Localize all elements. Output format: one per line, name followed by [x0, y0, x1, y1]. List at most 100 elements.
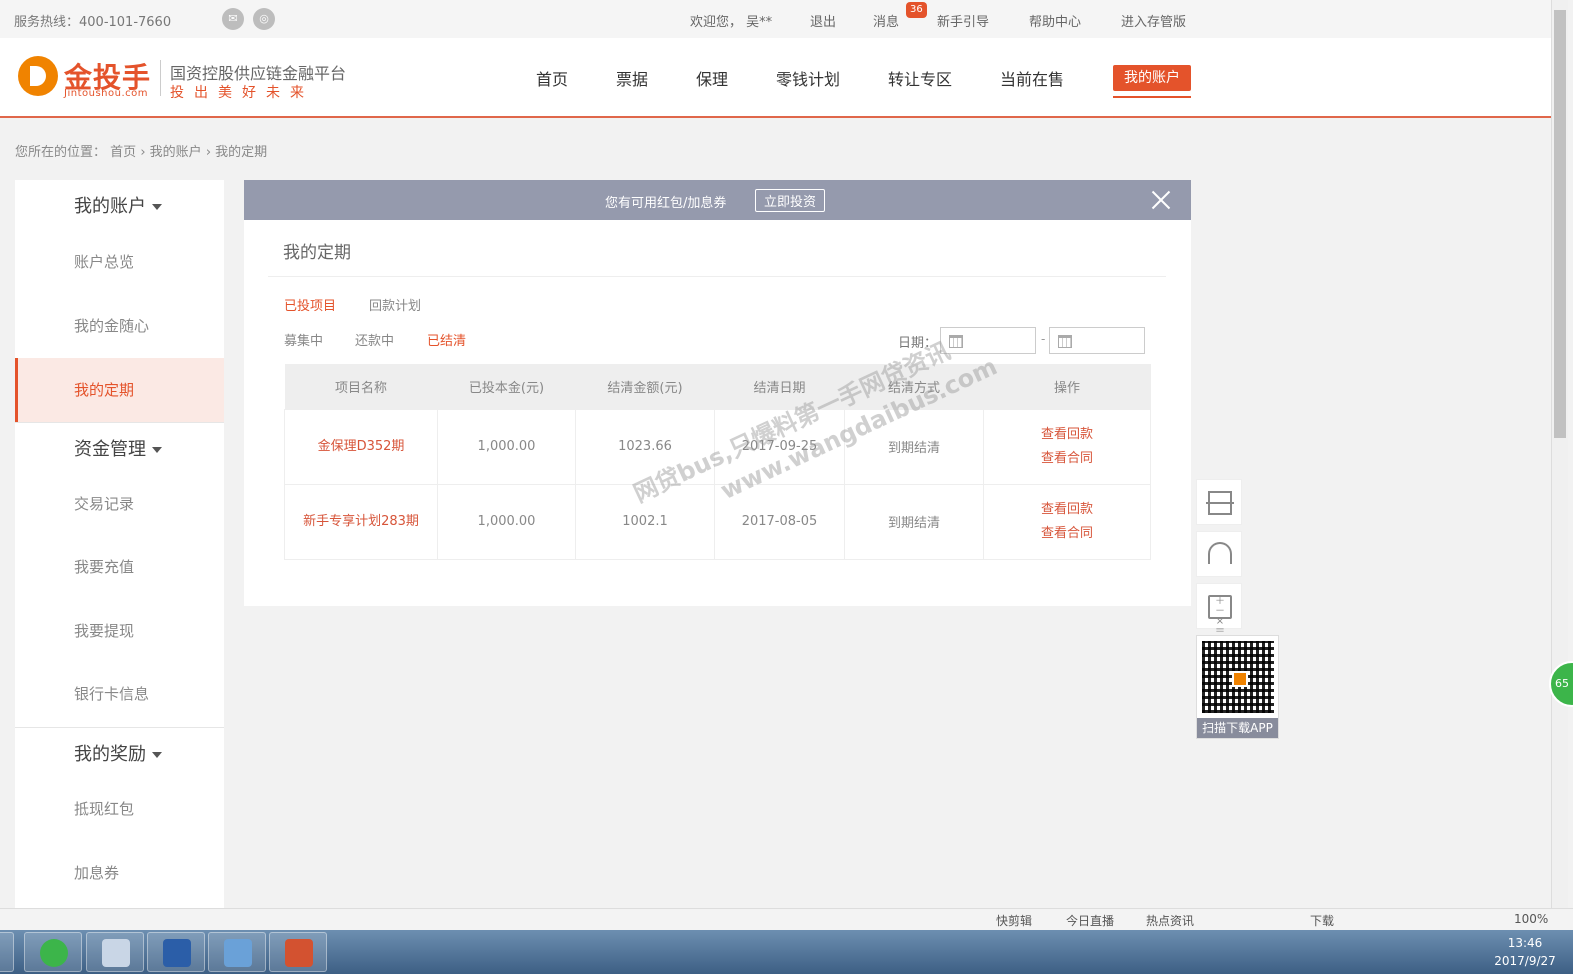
- view-contract-link[interactable]: 查看合同: [984, 447, 1150, 471]
- taskbar-paint[interactable]: [86, 932, 144, 972]
- view-repayment-link[interactable]: 查看回款: [984, 498, 1150, 522]
- title-divider: [268, 276, 1166, 277]
- status-download[interactable]: 下载: [1310, 912, 1334, 929]
- hotline: 服务热线：400-101-7660: [14, 15, 172, 30]
- breadcrumb-account[interactable]: 我的账户: [150, 145, 202, 160]
- logo-motto: 投出美好未来: [170, 85, 314, 101]
- nav-my-account[interactable]: 我的账户: [1113, 65, 1191, 91]
- column-header: 结清金额(元): [575, 364, 715, 409]
- calculator-icon: ＋ － × ＝: [1208, 595, 1232, 637]
- wechat-icon[interactable]: ✉: [222, 8, 244, 30]
- logo-divider: [160, 60, 161, 96]
- status-live[interactable]: 今日直播: [1066, 912, 1114, 929]
- caret-down-icon: [152, 752, 162, 758]
- sidebar-item-red-packet[interactable]: 抵现红包: [15, 777, 224, 841]
- vertical-scrollbar[interactable]: [1551, 0, 1568, 908]
- project-name-link[interactable]: 新手专享计划283期: [285, 510, 437, 534]
- calendar-icon: [1058, 335, 1072, 348]
- sidebar-group-label: 我的账户: [74, 196, 146, 217]
- system-clock[interactable]: 13:46 2017/9/27: [1480, 934, 1570, 970]
- status-clip[interactable]: 快剪辑: [996, 912, 1032, 929]
- view-contract-link[interactable]: 查看合同: [984, 522, 1150, 546]
- qr-code-icon: [1202, 641, 1274, 713]
- sidebar-item-bank-card[interactable]: 银行卡信息: [15, 662, 224, 726]
- banner-text: 您有可用红包/加息券: [605, 196, 727, 211]
- filter-repaying[interactable]: 还款中: [355, 330, 394, 349]
- nav-active-underline: [1113, 96, 1191, 98]
- filter-raising[interactable]: 募集中: [284, 330, 323, 349]
- method-cell: 到期结清: [844, 483, 984, 560]
- action-cell: 查看回款 查看合同: [983, 408, 1151, 485]
- taskbar-browser[interactable]: [24, 932, 82, 972]
- clock-time: 13:46: [1507, 936, 1543, 950]
- calculator-button[interactable]: ＋ － × ＝: [1196, 583, 1242, 637]
- filter-settled[interactable]: 已结清: [427, 330, 466, 349]
- promo-banner: 您有可用红包/加息券 立即投资: [244, 180, 1191, 220]
- nav-on-sale[interactable]: 当前在售: [1000, 66, 1064, 90]
- view-repayment-link[interactable]: 查看回款: [984, 423, 1150, 447]
- breadcrumb-current: 我的定期: [215, 145, 268, 160]
- photos-icon: [224, 939, 252, 967]
- table-header-row: 项目名称 已投本金(元) 结清金额(元) 结清日期 结清方式 操作: [284, 364, 1151, 409]
- sidebar-group-label: 我的奖励: [74, 744, 146, 765]
- weibo-icon[interactable]: ◎: [253, 8, 275, 30]
- column-header: 项目名称: [284, 364, 438, 409]
- taskbar-photos[interactable]: [208, 932, 266, 972]
- logout-link[interactable]: 退出: [810, 11, 836, 30]
- sidebar-group-rewards[interactable]: 我的奖励: [74, 740, 162, 766]
- paint-icon: [102, 939, 130, 967]
- sidebar-item-deposit[interactable]: 我要充值: [15, 535, 224, 599]
- sidebar-group-funds[interactable]: 资金管理: [74, 435, 162, 461]
- guide-link[interactable]: 新手引导: [937, 11, 989, 30]
- project-name-link[interactable]: 金保理D352期: [285, 435, 437, 459]
- scan-icon: [1206, 491, 1234, 515]
- nav-change-plan[interactable]: 零钱计划: [776, 66, 840, 90]
- sidebar-item-overview[interactable]: 账户总览: [15, 230, 224, 294]
- customer-service-button[interactable]: [1196, 531, 1242, 577]
- logo-url: Jintoushou.com: [64, 88, 148, 99]
- sidebar-item-jinsuixin[interactable]: 我的金随心: [15, 294, 224, 358]
- sidebar-group-account[interactable]: 我的账户: [74, 192, 162, 218]
- welcome-text: 欢迎您， 吴**: [690, 15, 773, 30]
- app-qr-panel[interactable]: 扫描下载APP: [1196, 635, 1279, 739]
- tab-repayment-plan[interactable]: 回款计划: [369, 295, 421, 314]
- sidebar-group-label: 资金管理: [74, 439, 146, 460]
- page-title: 我的定期: [283, 243, 351, 263]
- top-bar: 服务热线：400-101-7660 ✉ ◎ 欢迎您， 吴** 退出 消息 36 …: [0, 0, 1551, 38]
- breadcrumb-home[interactable]: 首页: [110, 145, 136, 160]
- scrollbar-thumb[interactable]: [1554, 10, 1566, 438]
- nav-bills[interactable]: 票据: [616, 66, 648, 90]
- caret-down-icon: [152, 204, 162, 210]
- principal-cell: 1,000.00: [437, 408, 576, 485]
- date-end-input[interactable]: [1049, 327, 1145, 354]
- messages-link[interactable]: 消息: [873, 11, 899, 30]
- nav-transfer[interactable]: 转让专区: [888, 66, 952, 90]
- nav-home[interactable]: 首页: [536, 66, 568, 90]
- help-link[interactable]: 帮助中心: [1029, 11, 1081, 30]
- sidebar-item-fixed-term[interactable]: 我的定期: [15, 358, 224, 422]
- close-icon[interactable]: [1151, 190, 1171, 210]
- sidebar: 我的账户 账户总览 我的金随心 我的定期 资金管理 交易记录 我要充值 我要提现…: [15, 180, 224, 908]
- sidebar-item-transactions[interactable]: 交易记录: [15, 472, 224, 536]
- status-zoom[interactable]: 100%: [1514, 912, 1548, 926]
- taskbar-word[interactable]: [147, 932, 205, 972]
- breadcrumb-sep-icon: ›: [140, 145, 150, 160]
- custody-link[interactable]: 进入存管版: [1121, 11, 1186, 30]
- invest-now-button[interactable]: 立即投资: [755, 189, 826, 212]
- sidebar-divider: [15, 727, 224, 728]
- sidebar-item-withdraw[interactable]: 我要提现: [15, 599, 224, 663]
- tab-invested[interactable]: 已投项目: [284, 295, 336, 314]
- date-separator: -: [1041, 332, 1046, 346]
- taskbar-folder[interactable]: [0, 932, 14, 972]
- status-news[interactable]: 热点资讯: [1146, 912, 1194, 929]
- logo-icon[interactable]: [18, 56, 58, 96]
- main-panel: 您有可用红包/加息券 立即投资 我的定期 已投项目 回款计划 募集中 还款中 已…: [244, 180, 1191, 606]
- scan-button[interactable]: [1196, 479, 1242, 525]
- taskbar-powerpoint[interactable]: [269, 932, 327, 972]
- nav-factoring[interactable]: 保理: [696, 66, 728, 90]
- headset-icon: [1208, 542, 1232, 564]
- powerpoint-icon: [285, 939, 313, 967]
- browser-icon: [40, 939, 68, 967]
- caret-down-icon: [152, 447, 162, 453]
- sidebar-item-coupon[interactable]: 加息券: [15, 841, 224, 905]
